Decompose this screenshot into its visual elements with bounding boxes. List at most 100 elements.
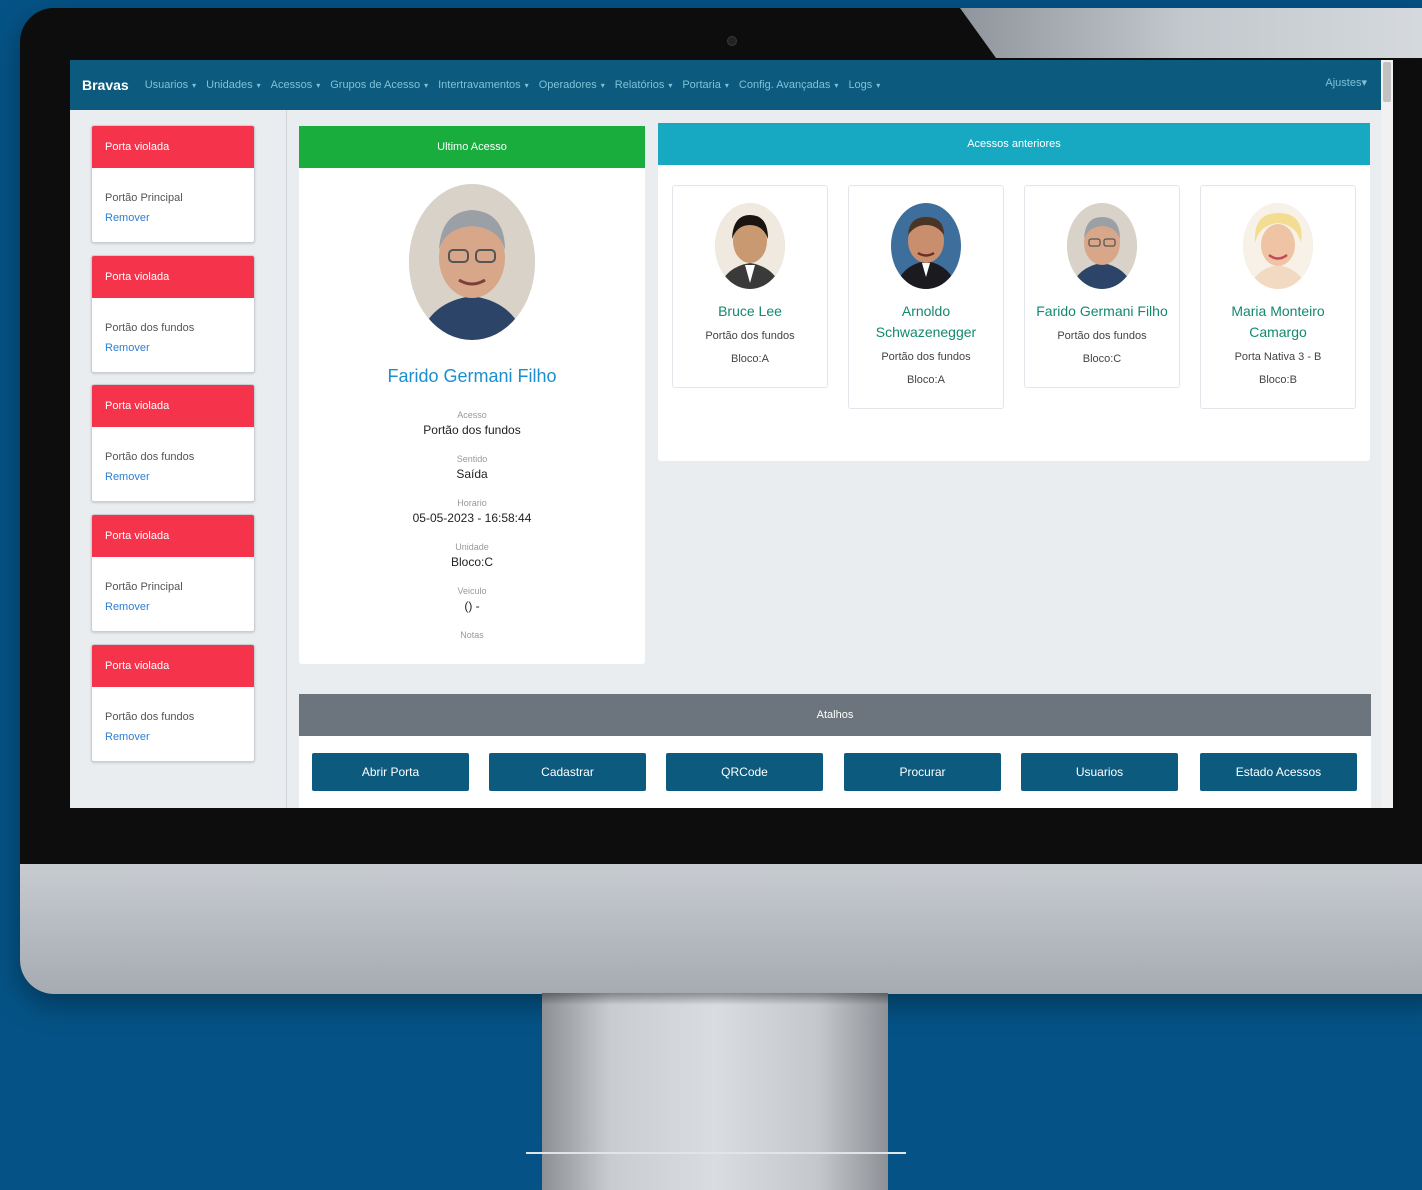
- users-button[interactable]: Usuarios: [1021, 753, 1178, 791]
- caret-down-icon: ▾: [600, 81, 605, 90]
- page-scrollbar[interactable]: [1381, 60, 1393, 808]
- nav-item-grupos-de-acesso[interactable]: Grupos de Acesso ▾: [330, 79, 428, 91]
- last-access-user-name[interactable]: Farido Germani Filho: [299, 366, 645, 387]
- person-name: Arnoldo Schwazenegger: [875, 303, 977, 340]
- alert-title: Porta violada: [92, 515, 254, 557]
- nav-item-usuarios[interactable]: Usuarios ▾: [145, 79, 196, 91]
- person-place: Portão dos fundos: [1057, 330, 1147, 342]
- caret-down-icon: ▾: [1361, 77, 1367, 89]
- detail-value: Saída: [456, 467, 488, 481]
- remove-alert-link[interactable]: Remover: [105, 601, 254, 613]
- caret-down-icon: ▾: [424, 81, 429, 90]
- person-card[interactable]: Arnoldo Schwazenegger Portão dos fundos …: [848, 185, 1004, 409]
- alerts-sidebar: Porta violada Portão Principal Remover P…: [70, 110, 287, 808]
- nav-item-unidades[interactable]: Unidades ▾: [206, 79, 261, 91]
- alert-card: Porta violada Portão dos fundos Remover: [91, 255, 255, 373]
- person-block: Bloco:C: [1082, 353, 1122, 365]
- remove-alert-link[interactable]: Remover: [105, 342, 254, 354]
- nav-item-ajustes[interactable]: Ajustes▾: [1325, 76, 1367, 89]
- alert-card: Porta violada Portão dos fundos Remover: [91, 644, 255, 762]
- caret-down-icon: ▾: [524, 81, 529, 90]
- nav-item-logs[interactable]: Logs ▾: [848, 79, 880, 91]
- person-name: Farido Germani Filho: [1036, 303, 1168, 319]
- person-avatar: [715, 203, 785, 289]
- detail-label: Veiculo: [457, 586, 487, 596]
- person-photo-icon: [1243, 203, 1313, 289]
- detail-label: Notas: [460, 630, 484, 640]
- detail-label: Unidade: [455, 542, 489, 552]
- alert-place: Portão Principal: [105, 192, 183, 204]
- last-access-panel: Ultimo Acesso Farido Germani Filho Acess…: [299, 126, 645, 664]
- monitor-stand: [542, 993, 888, 1190]
- person-card[interactable]: Maria Monteiro Camargo Porta Nativa 3 - …: [1200, 185, 1356, 409]
- screen-glare: [960, 8, 1422, 58]
- person-card[interactable]: Bruce Lee Portão dos fundos Bloco:A: [672, 185, 828, 388]
- person-photo-icon: [891, 203, 961, 289]
- nav-item-acessos[interactable]: Acessos ▾: [271, 79, 321, 91]
- alert-title: Porta violada: [92, 645, 254, 687]
- detail-unidade: Unidade Bloco:C: [299, 542, 645, 569]
- person-name: Bruce Lee: [718, 303, 782, 319]
- detail-value: Bloco:C: [450, 555, 494, 569]
- previous-access-header: Acessos anteriores: [658, 123, 1370, 165]
- person-avatar: [1243, 203, 1313, 289]
- user-photo-icon: [409, 184, 535, 340]
- detail-label: Acesso: [457, 410, 487, 420]
- alert-title: Porta violada: [92, 385, 254, 427]
- detail-veiculo: Veiculo () -: [299, 586, 645, 613]
- nav-item-config-avancadas[interactable]: Config. Avançadas ▾: [739, 79, 839, 91]
- alert-title: Porta violada: [92, 256, 254, 298]
- register-button[interactable]: Cadastrar: [489, 753, 646, 791]
- detail-label: Horario: [457, 498, 487, 508]
- alert-card: Porta violada Portão Principal Remover: [91, 125, 255, 243]
- person-card[interactable]: Farido Germani Filho Portão dos fundos B…: [1024, 185, 1180, 388]
- previous-access-panel: Acessos anteriores Bruce Lee Portão dos …: [658, 123, 1370, 461]
- detail-value: 05-05-2023 - 16:58:44: [412, 511, 532, 525]
- remove-alert-link[interactable]: Remover: [105, 212, 254, 224]
- detail-notas: Notas: [299, 630, 645, 640]
- detail-label: Sentido: [456, 454, 488, 464]
- detail-acesso: Acesso Portão dos fundos: [299, 410, 645, 437]
- alert-place: Portão dos fundos: [105, 322, 195, 334]
- top-navbar: Bravas Usuarios ▾ Unidades ▾ Acessos ▾ Grup…: [70, 60, 1393, 110]
- alert-title: Porta violada: [92, 126, 254, 168]
- access-status-button[interactable]: Estado Acessos: [1200, 753, 1357, 791]
- person-block: Bloco:B: [1259, 374, 1297, 386]
- person-photo-icon: [1067, 203, 1137, 289]
- person-name: Maria Monteiro Camargo: [1231, 303, 1325, 340]
- detail-value: () -: [464, 599, 480, 613]
- detail-horario: Horario 05-05-2023 - 16:58:44: [299, 498, 645, 525]
- person-place: Portão dos fundos: [881, 351, 971, 363]
- detail-sentido: Sentido Saída: [299, 454, 645, 481]
- stand-base-edge: [526, 1152, 906, 1154]
- caret-down-icon: ▾: [192, 81, 197, 90]
- person-avatar: [1067, 203, 1137, 289]
- alert-card: Porta violada Portão Principal Remover: [91, 514, 255, 632]
- webcam-icon: [727, 36, 737, 46]
- nav-item-relatorios[interactable]: Relatórios ▾: [615, 79, 673, 91]
- alert-card: Porta violada Portão dos fundos Remover: [91, 384, 255, 502]
- detail-value: Portão dos fundos: [423, 423, 521, 437]
- caret-down-icon: ▾: [876, 81, 881, 90]
- nav-item-intertravamentos[interactable]: Intertravamentos ▾: [438, 79, 529, 91]
- remove-alert-link[interactable]: Remover: [105, 731, 254, 743]
- person-avatar: [891, 203, 961, 289]
- person-place: Portão dos fundos: [705, 330, 795, 342]
- nav-item-portaria[interactable]: Portaria ▾: [682, 79, 729, 91]
- caret-down-icon: ▾: [834, 81, 839, 90]
- remove-alert-link[interactable]: Remover: [105, 471, 254, 483]
- shortcuts-header: Atalhos: [299, 694, 1371, 736]
- scrollbar-thumb[interactable]: [1383, 62, 1391, 102]
- caret-down-icon: ▾: [256, 81, 261, 90]
- person-block: Bloco:A: [731, 353, 769, 365]
- alert-place: Portão Principal: [105, 581, 183, 593]
- caret-down-icon: ▾: [724, 81, 729, 90]
- caret-down-icon: ▾: [316, 81, 321, 90]
- stand-shadow: [542, 993, 888, 1005]
- open-door-button[interactable]: Abrir Porta: [312, 753, 469, 791]
- user-photo-avatar: [409, 184, 535, 340]
- brand-logo[interactable]: Bravas: [82, 77, 129, 93]
- qrcode-button[interactable]: QRCode: [666, 753, 823, 791]
- nav-item-operadores[interactable]: Operadores ▾: [539, 79, 605, 91]
- search-button[interactable]: Procurar: [844, 753, 1001, 791]
